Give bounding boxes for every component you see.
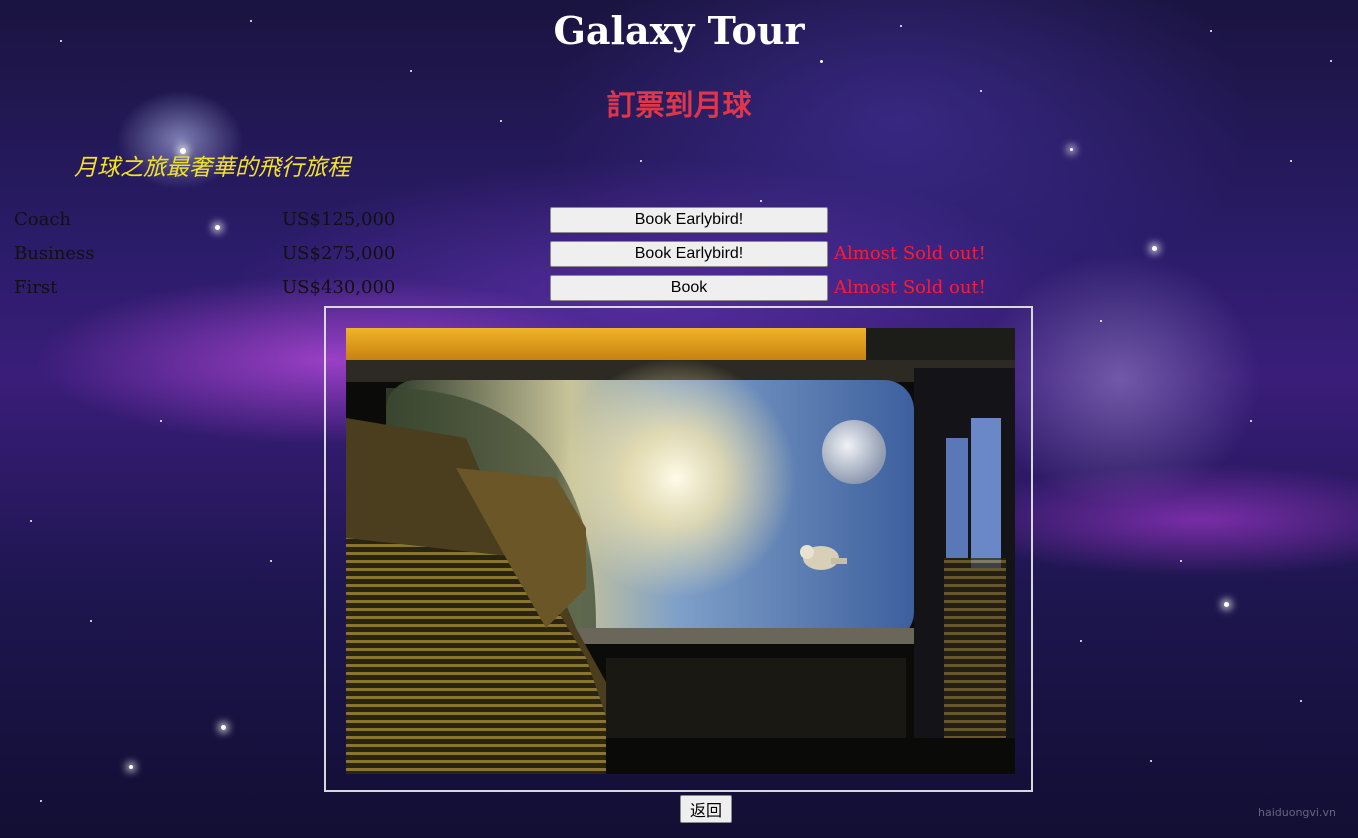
fare-price: US$275,000 <box>282 243 396 264</box>
page-subtitle: 訂票到月球 <box>606 88 752 122</box>
book-business-button[interactable]: Book Earlybird! <box>550 241 828 267</box>
fare-price: US$430,000 <box>282 277 396 298</box>
fare-status: Almost Sold out! <box>834 243 986 264</box>
book-coach-button[interactable]: Book Earlybird! <box>550 207 828 233</box>
tagline: 月球之旅最奢華的飛行旅程 <box>74 155 350 181</box>
book-first-button[interactable]: Book <box>550 275 828 301</box>
spaceship-cabin-photo <box>346 328 1015 774</box>
fare-row-coach: Coach US$125,000 Book Earlybird! <box>0 207 1358 237</box>
watermark: haiduongvi.vn <box>1258 806 1336 819</box>
fare-row-first: First US$430,000 Book Almost Sold out! <box>0 275 1358 305</box>
fare-class: Business <box>14 243 95 264</box>
fare-row-business: Business US$275,000 Book Earlybird! Almo… <box>0 241 1358 271</box>
page-title: Galaxy Tour <box>553 8 805 53</box>
cabin-photo-frame <box>324 306 1033 792</box>
back-button[interactable]: 返回 <box>680 795 732 823</box>
fare-price: US$125,000 <box>282 209 396 230</box>
fare-status: Almost Sold out! <box>834 277 986 298</box>
fare-class: Coach <box>14 209 72 230</box>
fare-class: First <box>14 277 58 298</box>
